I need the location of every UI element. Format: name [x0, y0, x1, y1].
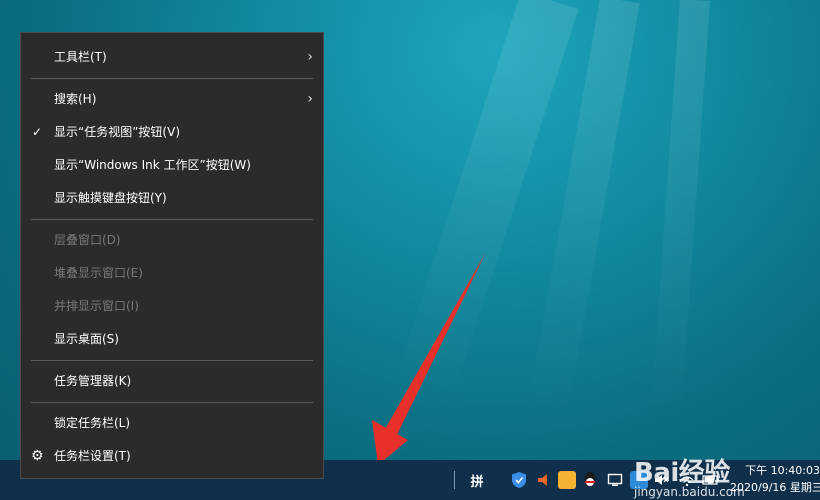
menu-item-side-by-side: 并排显示窗口(I) [21, 290, 323, 323]
menu-item-label: 显示桌面(S) [54, 332, 119, 346]
menu-item-label: 工具栏(T) [54, 50, 107, 64]
chevron-right-icon: › [307, 49, 313, 65]
menu-item-label: 堆叠显示窗口(E) [54, 266, 143, 280]
menu-item-show-task-view[interactable]: ✓ 显示“任务视图”按钮(V) [21, 116, 323, 149]
display-icon[interactable] [606, 470, 624, 490]
menu-separator [31, 219, 313, 220]
menu-separator [31, 78, 313, 79]
input-method-indicator[interactable]: 拼 [468, 470, 486, 490]
menu-item-task-manager[interactable]: 任务管理器(K) [21, 365, 323, 398]
menu-separator [31, 402, 313, 403]
menu-item-label: 并排显示窗口(I) [54, 299, 139, 313]
menu-item-taskbar-settings[interactable]: ⚙ 任务栏设置(T) [21, 440, 323, 473]
menu-item-label: 任务管理器(K) [54, 374, 132, 388]
menu-item-lock-taskbar[interactable]: 锁定任务栏(L) [21, 407, 323, 440]
menu-item-search[interactable]: 搜索(H) › [21, 83, 323, 116]
clock-time: 下午 10:40:03 [745, 464, 820, 477]
menu-separator [31, 360, 313, 361]
menu-item-show-windows-ink[interactable]: 显示“Windows Ink 工作区”按钮(W) [21, 149, 323, 182]
baidu-watermark: Bai经验 jingyan.baidu.com [634, 452, 745, 499]
gear-icon: ⚙ [31, 448, 44, 464]
menu-item-label: 显示“Windows Ink 工作区”按钮(W) [54, 158, 251, 172]
menu-item-show-touch-keyboard[interactable]: 显示触摸键盘按钮(Y) [21, 182, 323, 215]
watermark-brand: Bai经验 [634, 458, 730, 488]
checkmark-icon: ✓ [32, 125, 43, 139]
menu-item-label: 层叠窗口(D) [54, 233, 121, 247]
menu-item-label: 任务栏设置(T) [54, 449, 131, 463]
menu-item-toolbars[interactable]: 工具栏(T) › [21, 41, 323, 74]
qq-icon[interactable] [581, 470, 599, 490]
sun-app-icon[interactable] [558, 470, 576, 490]
menu-item-label: 显示触摸键盘按钮(Y) [54, 191, 167, 205]
menu-item-label: 锁定任务栏(L) [54, 416, 131, 430]
tray-divider [452, 470, 456, 490]
menu-item-label: 搜索(H) [54, 92, 97, 106]
menu-item-label: 显示“任务视图”按钮(V) [54, 125, 181, 139]
watermark-url: jingyan.baidu.com [634, 485, 745, 499]
taskbar-context-menu: 工具栏(T) › 搜索(H) › ✓ 显示“任务视图”按钮(V) 显示“Wind… [20, 32, 324, 479]
menu-item-cascade-windows: 层叠窗口(D) [21, 224, 323, 257]
menu-item-stack-windows: 堆叠显示窗口(E) [21, 257, 323, 290]
chevron-right-icon: › [307, 91, 313, 107]
menu-item-show-desktop[interactable]: 显示桌面(S) [21, 323, 323, 356]
shield-icon[interactable] [510, 470, 528, 490]
speaker-icon[interactable] [535, 470, 553, 490]
